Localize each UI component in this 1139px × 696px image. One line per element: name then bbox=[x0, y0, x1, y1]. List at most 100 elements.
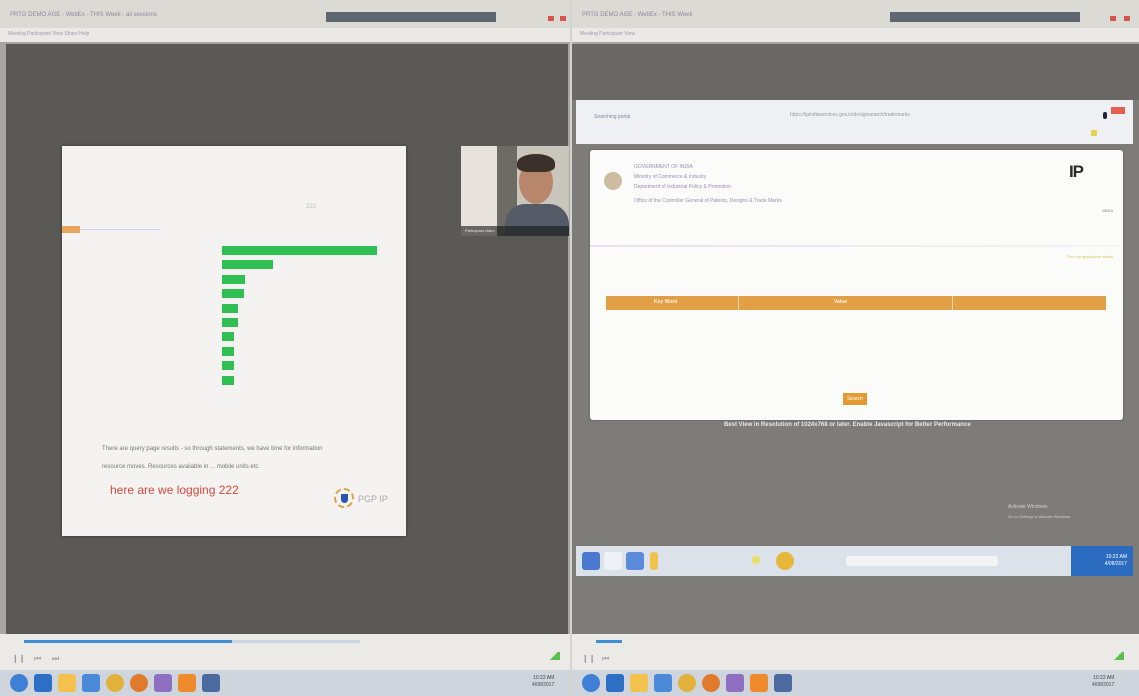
seek-progress bbox=[24, 640, 233, 643]
close-icon[interactable] bbox=[548, 16, 554, 21]
table-header-keyword: Key Word bbox=[654, 299, 678, 305]
clock-date: 4/08/2017 bbox=[532, 682, 555, 688]
activate-windows-title: Activate Windows bbox=[1008, 504, 1048, 510]
browser-chrome[interactable]: Searching portal https://ipindiaservices… bbox=[576, 100, 1133, 144]
taskbar-clock[interactable]: 10:22 AM 4/08/2017 bbox=[532, 675, 554, 689]
taskbar-clock[interactable]: 10:22 AM 4/08/2017 bbox=[1092, 675, 1114, 689]
webex-icon[interactable] bbox=[154, 674, 172, 692]
bar-row bbox=[102, 244, 382, 258]
bar-row bbox=[102, 258, 382, 272]
right-taskbar[interactable]: 10:22 AM 4/08/2017 bbox=[572, 670, 1139, 696]
right-titlebar[interactable]: PRTG DEMO AGE - WebEx - THIS Week bbox=[572, 0, 1139, 28]
ipindia-page: GOVERNMENT OF INDIA Ministry of Commerce… bbox=[590, 150, 1123, 420]
menu-items[interactable]: Meeting Participant View Share Help bbox=[8, 31, 89, 37]
bar-row bbox=[102, 316, 382, 330]
seek-progress bbox=[596, 640, 622, 643]
titlebar-controls bbox=[890, 12, 1080, 22]
chrome-icon[interactable] bbox=[10, 674, 28, 692]
menu-items[interactable]: Meeting Participant View bbox=[580, 31, 635, 37]
left-window-title: PRTG DEMO AGE - WebEx - THIS Week - all … bbox=[10, 12, 157, 18]
left-taskbar[interactable]: 10:22 AM 4/08/2017 bbox=[0, 670, 570, 696]
best-view-notice: Best View in Resolution of 1024x768 or l… bbox=[724, 422, 971, 428]
webcam-video[interactable]: Participant video bbox=[461, 146, 569, 236]
vlc-icon[interactable] bbox=[750, 674, 768, 692]
store-icon[interactable] bbox=[82, 674, 100, 692]
bar bbox=[222, 317, 238, 327]
close-icon[interactable] bbox=[1124, 16, 1130, 21]
bar-row bbox=[102, 345, 382, 359]
app-icon[interactable] bbox=[202, 674, 220, 692]
webex-icon[interactable] bbox=[726, 674, 744, 692]
close-icon[interactable] bbox=[1110, 16, 1116, 21]
player-controls[interactable]: ❙❙ ⏮ ⏭ bbox=[0, 634, 570, 670]
address-bar[interactable]: https://ipindiaservices.gov.in/designsea… bbox=[790, 112, 910, 118]
left-menubar[interactable]: Meeting Participant View Share Help bbox=[0, 28, 570, 42]
status-link[interactable]: Find my application status bbox=[1067, 254, 1113, 259]
firefox-icon[interactable] bbox=[702, 674, 720, 692]
vlc-icon[interactable] bbox=[178, 674, 196, 692]
chrome-icon[interactable] bbox=[678, 674, 696, 692]
profile-icon[interactable] bbox=[1103, 112, 1107, 119]
table-header-separator bbox=[952, 296, 953, 310]
table-header-separator bbox=[738, 296, 739, 310]
chrome-icon[interactable] bbox=[106, 674, 124, 692]
folder-icon[interactable] bbox=[58, 674, 76, 692]
window-close-icon[interactable] bbox=[1111, 107, 1125, 114]
signal-icon bbox=[1112, 652, 1124, 660]
ministry-line-3: Department of Industrial Policy & Promot… bbox=[634, 184, 731, 190]
app-icon[interactable] bbox=[774, 674, 792, 692]
shared-screen-area: 222 There are query page results - so th… bbox=[6, 44, 569, 634]
header-rule bbox=[590, 245, 1123, 247]
ip-india-logo-side: INDIA bbox=[1102, 208, 1113, 213]
previous-icon[interactable]: ⏮ bbox=[34, 654, 41, 664]
bar-row bbox=[102, 374, 382, 388]
seek-bar[interactable] bbox=[24, 640, 360, 643]
bar bbox=[222, 332, 235, 342]
slide-caption-2: resource moves. Resources available in .… bbox=[102, 464, 261, 470]
start-icon bbox=[582, 552, 600, 570]
titlebar-controls bbox=[326, 12, 496, 22]
bar bbox=[222, 346, 235, 356]
bar-chart bbox=[102, 244, 382, 388]
chrome-icon[interactable] bbox=[582, 674, 600, 692]
bar-row bbox=[102, 359, 382, 373]
firefox-icon[interactable] bbox=[130, 674, 148, 692]
pgp-logo-text: PGP IP bbox=[358, 494, 388, 504]
pause-icon[interactable]: ❙❙ bbox=[582, 654, 595, 663]
previous-icon[interactable]: ⏮ bbox=[602, 654, 609, 664]
player-controls[interactable]: ❙❙ ⏮ bbox=[572, 634, 1139, 670]
slide-logging-text: here are we logging 222 bbox=[110, 483, 239, 497]
ie-icon[interactable] bbox=[606, 674, 624, 692]
presenter-hair bbox=[517, 154, 555, 172]
close-icon[interactable] bbox=[560, 16, 566, 21]
search-button[interactable]: Search bbox=[843, 393, 867, 405]
slide-header-tab bbox=[62, 226, 80, 233]
chrome-icon bbox=[776, 552, 794, 570]
seek-bar[interactable] bbox=[596, 640, 856, 643]
ip-india-logo: IP bbox=[1068, 162, 1084, 181]
store-icon[interactable] bbox=[654, 674, 672, 692]
presentation-slide: 222 There are query page results - so th… bbox=[62, 146, 406, 536]
bar bbox=[222, 274, 246, 284]
ie-icon[interactable] bbox=[34, 674, 52, 692]
explorer-icon bbox=[626, 552, 644, 570]
folder-icon[interactable] bbox=[630, 674, 648, 692]
signal-icon bbox=[548, 652, 560, 660]
ministry-line-4: Office of the Controller General of Pate… bbox=[634, 198, 782, 204]
next-icon[interactable]: ⏭ bbox=[52, 654, 59, 664]
star-icon bbox=[752, 556, 760, 564]
right-menubar[interactable]: Meeting Participant View bbox=[572, 28, 1139, 42]
clock-time: 10:22 AM bbox=[1093, 675, 1115, 681]
pgp-logo-icon bbox=[334, 488, 354, 508]
browser-tab[interactable]: Searching portal bbox=[594, 114, 630, 120]
left-window: PRTG DEMO AGE - WebEx - THIS Week - all … bbox=[0, 0, 570, 696]
clock-time: 10:22 AM bbox=[1105, 554, 1127, 560]
bar bbox=[222, 303, 238, 313]
bookmark-icon[interactable] bbox=[1091, 130, 1097, 136]
slide-page-number: 222 bbox=[306, 204, 317, 210]
pause-icon[interactable]: ❙❙ bbox=[12, 654, 25, 663]
bar-row bbox=[102, 287, 382, 301]
table-header-value: Value bbox=[834, 299, 848, 305]
left-titlebar[interactable]: PRTG DEMO AGE - WebEx - THIS Week - all … bbox=[0, 0, 570, 28]
slide-rule bbox=[80, 229, 160, 230]
